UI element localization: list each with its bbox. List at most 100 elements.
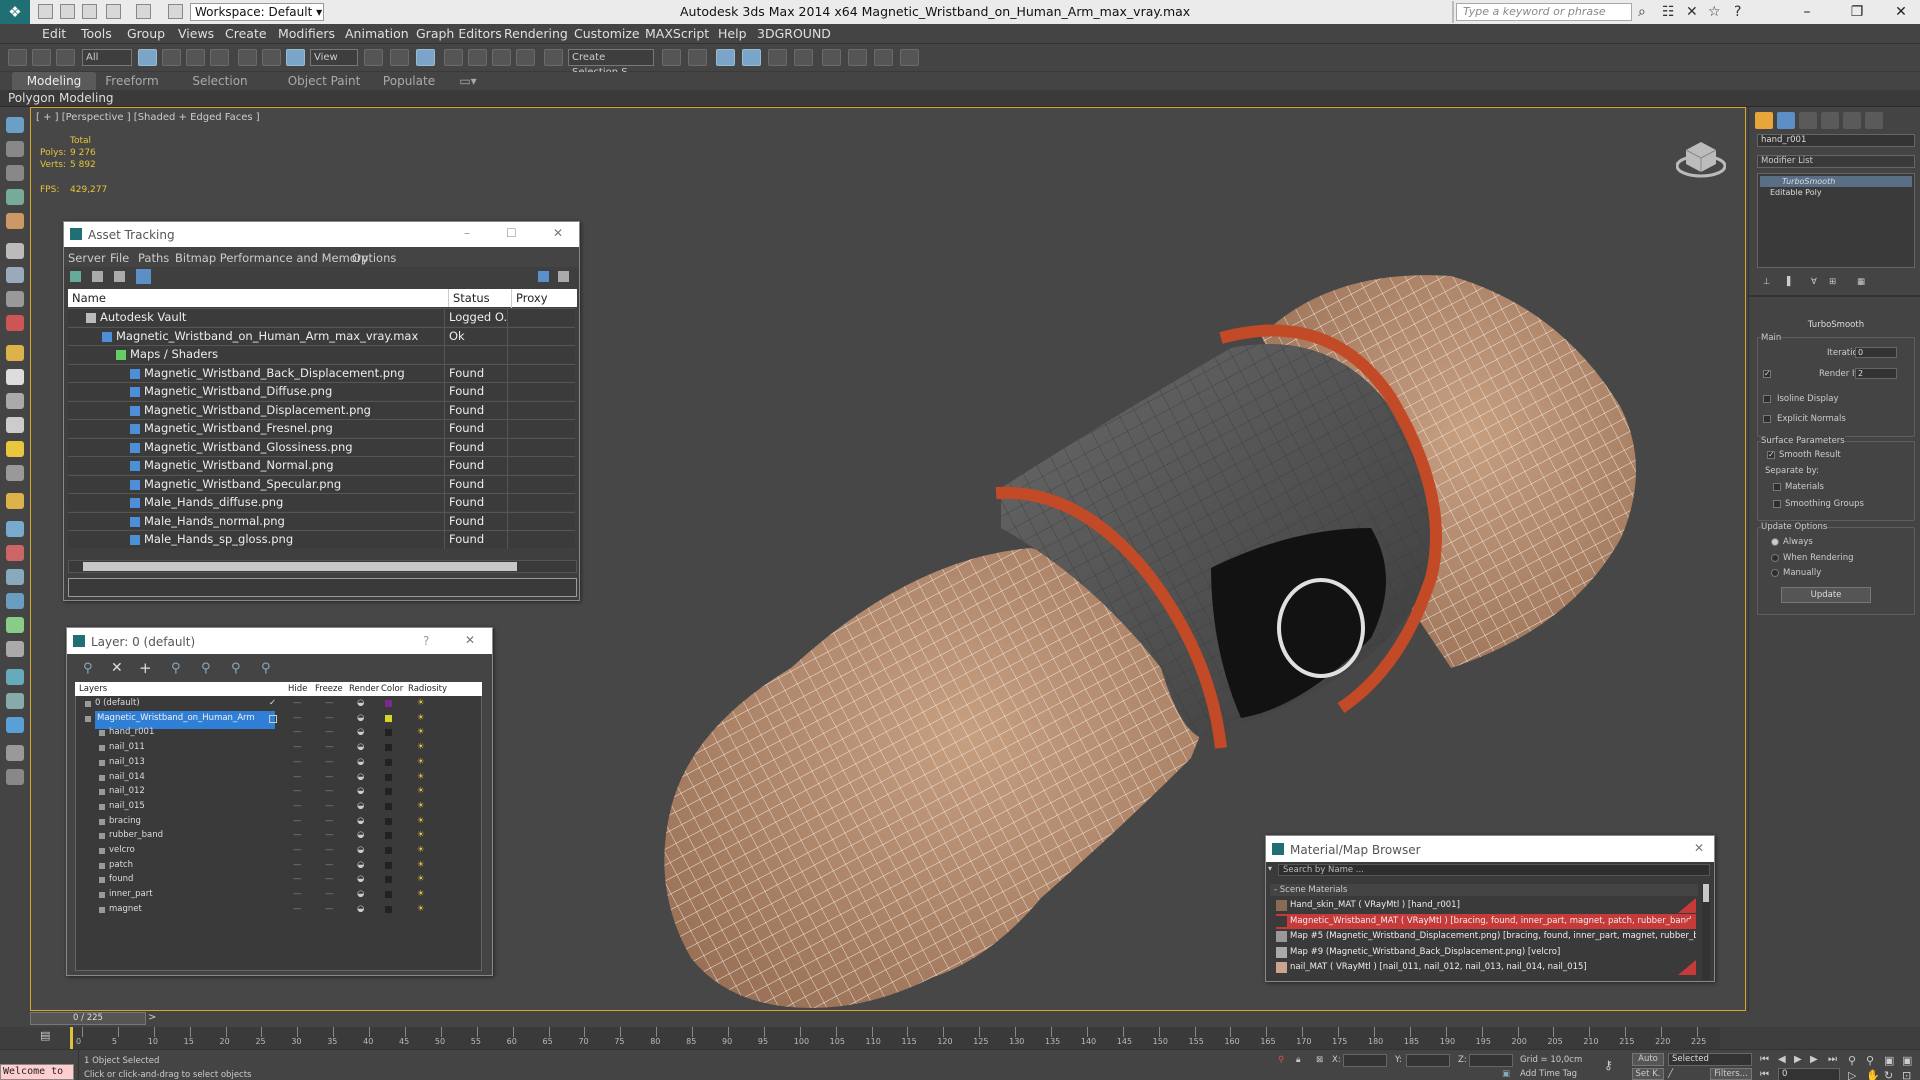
project-folder-icon[interactable] bbox=[168, 4, 183, 19]
layer-color-swatch[interactable] bbox=[385, 876, 392, 884]
spinner-snap-icon[interactable] bbox=[516, 49, 535, 66]
previous-frame-icon[interactable]: ◀ bbox=[1778, 1054, 1786, 1065]
layer-row[interactable]: nail_011— — ◒ ☀ bbox=[75, 740, 482, 755]
orbit-icon[interactable]: ↻ bbox=[1884, 1069, 1893, 1080]
select-object-icon[interactable] bbox=[138, 49, 157, 66]
scene-explorer-icon[interactable] bbox=[6, 117, 24, 133]
maxscript-listener[interactable]: Welcome to bbox=[0, 1064, 74, 1080]
tab-populate[interactable]: Populate bbox=[378, 72, 440, 90]
plant-icon[interactable] bbox=[6, 617, 24, 633]
workspace-dropdown[interactable]: Workspace: Default ▾ bbox=[190, 3, 324, 21]
asset-settings-icon[interactable] bbox=[558, 271, 569, 282]
track-ruler[interactable]: 0 5 10 15 20 25 30 35 40 45 50 55 60 65 70 75 80 85 90 95 10… bbox=[70, 1027, 1720, 1049]
mini-curve-editor-icon[interactable]: ▤ bbox=[40, 1029, 50, 1042]
edit-named-selection-icon[interactable] bbox=[544, 49, 563, 66]
viewcube-icon[interactable] bbox=[1676, 134, 1726, 180]
layer-row[interactable]: hand_r001— — ◒ ☀ bbox=[75, 725, 482, 740]
freeze-all-layers-icon[interactable]: ⚲ bbox=[261, 661, 271, 676]
layer-titlebar[interactable]: Layer: 0 (default) ? ✕ bbox=[67, 628, 492, 654]
asset-row[interactable]: Magnetic_Wristband_Displacement.png Found bbox=[68, 400, 575, 420]
sun-icon[interactable] bbox=[6, 441, 24, 457]
key-mode-toggle-icon[interactable]: ⏮ bbox=[1760, 1069, 1769, 1080]
layer-row[interactable]: patch — — ◒ ☀ bbox=[75, 858, 482, 873]
asset-row[interactable]: Male_Hands_diffuse.png Found bbox=[68, 493, 575, 512]
material-scroll-thumb[interactable] bbox=[1703, 884, 1709, 902]
track-bar[interactable]: ▤ 0 5 10 15 20 25 30 35 40 45 50 55 60 65 70 75 80 85 90 95… bbox=[0, 1027, 1920, 1049]
reference-coordinate-dropdown[interactable]: View bbox=[310, 49, 358, 66]
info-blue-icon[interactable] bbox=[6, 717, 24, 733]
key-selection-dropdown[interactable]: Selected bbox=[1668, 1053, 1752, 1066]
hide-all-layers-icon[interactable]: ⚲ bbox=[231, 661, 241, 676]
asset-row[interactable]: Magnetic_Wristband_Specular.png Found bbox=[68, 474, 575, 494]
asset-help-icon[interactable] bbox=[538, 271, 549, 282]
asset-close-button[interactable]: ✕ bbox=[553, 226, 563, 240]
asset-row[interactable]: Magnetic_Wristband_Back_Displacement.png… bbox=[68, 363, 575, 383]
curve-editor-icon[interactable] bbox=[768, 49, 787, 66]
asset-path-field[interactable] bbox=[68, 578, 577, 597]
list-view-icon[interactable] bbox=[92, 271, 103, 282]
bulb-icon[interactable] bbox=[6, 465, 24, 481]
asset-menu-paths[interactable]: Paths bbox=[138, 251, 169, 265]
update-button[interactable]: Update bbox=[1781, 587, 1871, 603]
menu-rendering[interactable]: Rendering bbox=[504, 26, 568, 41]
go-to-end-icon[interactable]: ⏭ bbox=[1828, 1054, 1837, 1065]
zoom-extents-icon[interactable]: ▣ bbox=[1884, 1054, 1894, 1067]
play-icon[interactable]: ▶ bbox=[1794, 1054, 1802, 1065]
pin-stack-icon[interactable]: ⊥ bbox=[1763, 277, 1770, 287]
undo-icon[interactable] bbox=[106, 4, 121, 19]
manually-radio[interactable] bbox=[1771, 569, 1779, 577]
shapes-icon[interactable] bbox=[6, 213, 24, 229]
hide-col-header[interactable]: Hide bbox=[288, 682, 307, 696]
layers-icon[interactable] bbox=[6, 165, 24, 181]
create-tab-icon[interactable] bbox=[1755, 112, 1773, 129]
communication-icon[interactable]: ✕ bbox=[1686, 4, 1698, 20]
key-icon[interactable]: ⚷ bbox=[1604, 1058, 1613, 1072]
app-logo-icon[interactable]: ❖ bbox=[0, 0, 30, 24]
menu-tools[interactable]: Tools bbox=[81, 26, 112, 41]
tab-modeling[interactable]: Modeling bbox=[12, 72, 96, 90]
when-rendering-radio[interactable] bbox=[1771, 554, 1779, 562]
hide-toggle[interactable]: — bbox=[293, 902, 302, 920]
always-radio[interactable] bbox=[1771, 538, 1779, 546]
zoom-all-icon[interactable]: ⚲ bbox=[1866, 1054, 1874, 1067]
help-icon[interactable]: ? bbox=[1734, 4, 1741, 20]
camera-icon[interactable] bbox=[6, 267, 24, 283]
material-editor-icon[interactable] bbox=[822, 49, 841, 66]
sphere-icon[interactable] bbox=[6, 243, 24, 259]
hierarchy-tab-icon[interactable] bbox=[1799, 112, 1817, 129]
geometry-icon[interactable] bbox=[6, 189, 24, 205]
make-unique-icon[interactable]: ∀ bbox=[1811, 277, 1817, 287]
layer-add-box-icon[interactable] bbox=[269, 714, 277, 723]
layer-color-swatch[interactable] bbox=[385, 729, 392, 737]
asset-row[interactable]: Autodesk Vault Logged O... bbox=[68, 308, 575, 327]
modifier-stack[interactable]: TurboSmooth Editable Poly bbox=[1757, 173, 1915, 268]
refresh-icon[interactable] bbox=[70, 271, 81, 282]
layer-row[interactable]: 0 (default) ✓ — — ◒ ☀ bbox=[75, 696, 482, 711]
y-coordinate-field[interactable] bbox=[1406, 1054, 1450, 1067]
delete-layer-icon[interactable]: ✕ bbox=[111, 660, 123, 676]
material-row[interactable]: nail_MAT ( VRayMtl ) [nail_011, nail_012… bbox=[1276, 960, 1696, 975]
layer-color-swatch[interactable] bbox=[385, 832, 392, 840]
pivot-center-icon[interactable] bbox=[364, 49, 383, 66]
tab-selection[interactable]: Selection bbox=[184, 72, 256, 90]
window-crossing-icon[interactable] bbox=[210, 49, 229, 66]
fov-icon[interactable]: ▷ bbox=[1848, 1069, 1856, 1080]
mirror-icon[interactable] bbox=[662, 49, 681, 66]
select-layer-icon[interactable]: ⚲ bbox=[171, 661, 181, 676]
torus-icon[interactable] bbox=[6, 393, 24, 409]
menu-views[interactable]: Views bbox=[178, 26, 214, 41]
cone-icon[interactable] bbox=[6, 417, 24, 433]
subscription-icon[interactable]: ☷ bbox=[1662, 4, 1675, 20]
layer-row[interactable]: nail_012— — ◒ ☀ bbox=[75, 784, 482, 799]
layer-manager-icon[interactable] bbox=[716, 49, 735, 66]
asset-row[interactable]: Magnetic_Wristband_Normal.png Found bbox=[68, 456, 575, 475]
modify-tab-icon[interactable] bbox=[1777, 112, 1795, 129]
bind-space-warp-icon[interactable] bbox=[56, 49, 75, 66]
material-close-button[interactable]: ✕ bbox=[1694, 841, 1704, 855]
grid-view-icon[interactable] bbox=[136, 269, 151, 284]
schematic-view-icon[interactable] bbox=[794, 49, 813, 66]
create-layer-icon[interactable]: ⚲ bbox=[83, 661, 93, 676]
z-coordinate-field[interactable] bbox=[1469, 1054, 1513, 1067]
asset-horizontal-scrollbar[interactable] bbox=[68, 560, 577, 573]
asset-scroll-thumb[interactable] bbox=[83, 562, 517, 571]
